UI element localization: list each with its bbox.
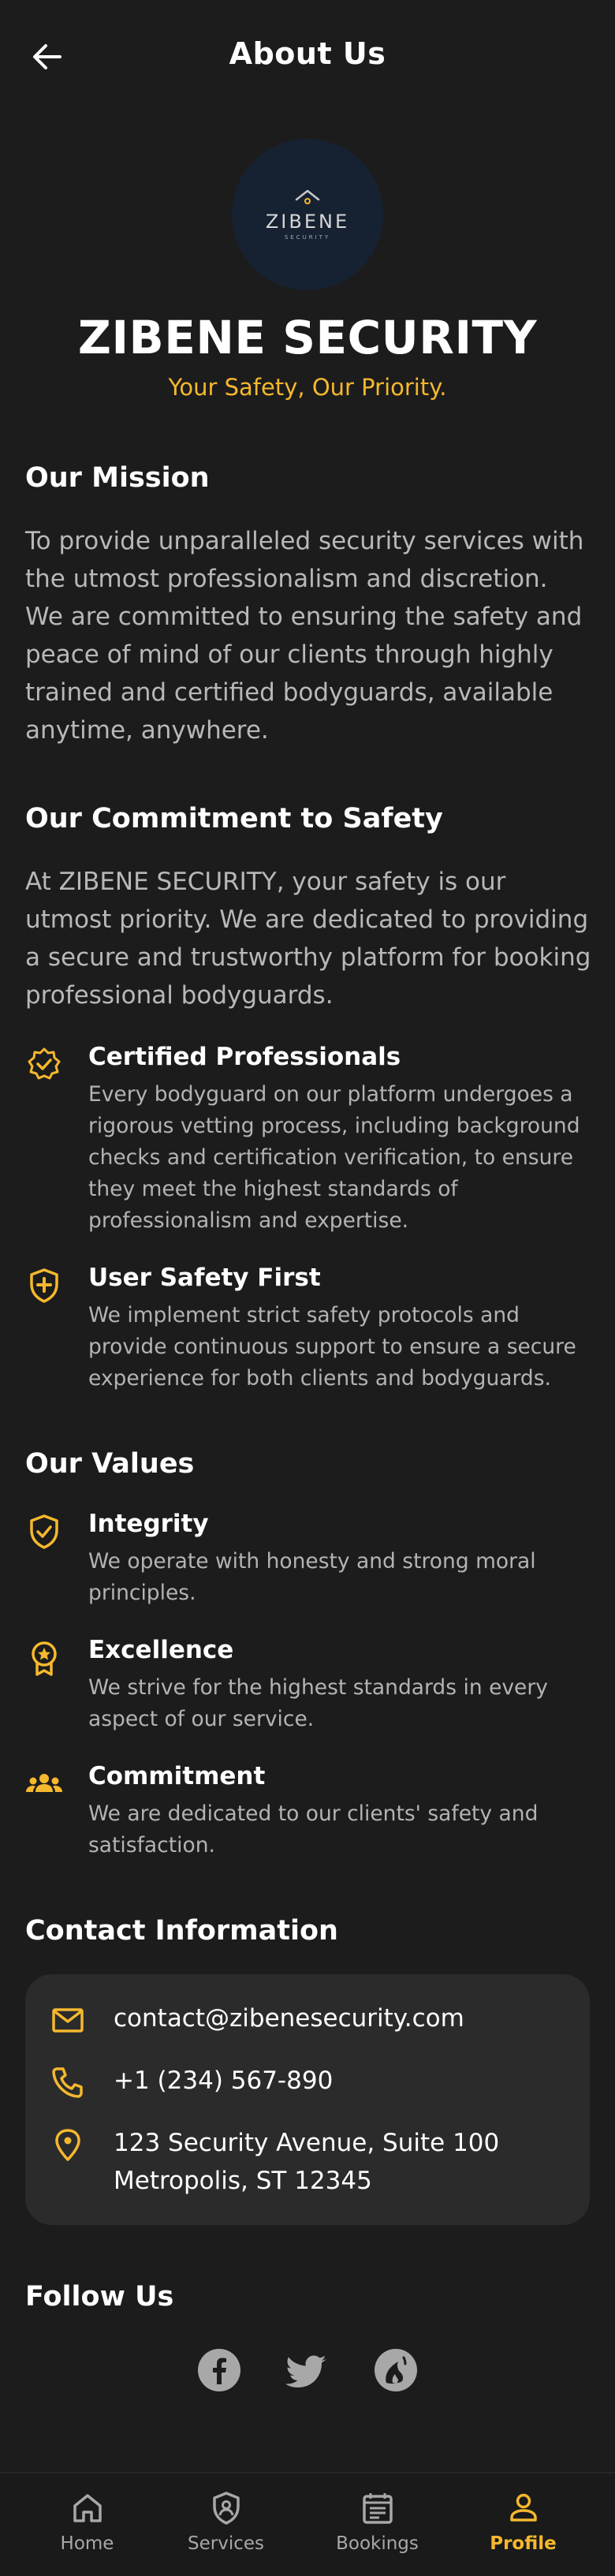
logo-house-icon [295, 189, 320, 204]
group-icon [25, 1765, 63, 1803]
address-line-2: Metropolis, ST 12345 [114, 2167, 372, 2195]
value-description: We are dedicated to our clients' safety … [88, 1801, 539, 1857]
nav-label: Profile [490, 2533, 557, 2554]
facebook-icon[interactable] [196, 2346, 243, 2394]
verified-badge-icon [25, 1046, 63, 1084]
award-icon [25, 1639, 63, 1677]
company-logo: ZIBENE SECURITY [232, 139, 383, 290]
contact-card: contact@zibenesecurity.com +1 (234) 567-… [25, 1974, 590, 2225]
feature-title: User Safety First [88, 1264, 321, 1292]
feature-description: We implement strict safety protocols and… [88, 1303, 576, 1391]
shield-check-icon [25, 1513, 63, 1551]
commitment-title: Our Commitment to Safety [25, 803, 443, 834]
contact-title: Contact Information [25, 1915, 338, 1947]
feature-description: Every bodyguard on our platform undergoe… [88, 1082, 580, 1233]
person-icon [509, 2493, 537, 2522]
feature-title: Certified Professionals [88, 1043, 401, 1071]
value-description: We strive for the highest standards in e… [88, 1675, 548, 1731]
location-pin-icon [50, 2127, 85, 2162]
shield-user-icon [212, 2492, 240, 2525]
nav-bookings[interactable]: Bookings [300, 2491, 454, 2554]
logo-subtext: SECURITY [284, 234, 331, 241]
values-title: Our Values [25, 1448, 195, 1480]
page-title: About Us [229, 36, 386, 71]
app-header: About Us [0, 0, 615, 110]
twitter-icon[interactable] [284, 2346, 331, 2394]
address-line-1: 123 Security Avenue, Suite 100 [114, 2129, 500, 2157]
bottom-navigation: Home Services Bookings Profile [0, 2472, 615, 2576]
nav-label: Bookings [336, 2533, 419, 2554]
social-links [0, 2346, 615, 2394]
calendar-icon [362, 2493, 393, 2524]
instagram-icon[interactable] [372, 2346, 419, 2394]
value-title: Integrity [88, 1510, 209, 1538]
mail-icon [50, 2003, 85, 2037]
phone-icon [50, 2065, 85, 2100]
value-title: Commitment [88, 1762, 266, 1790]
nav-label: Services [188, 2533, 264, 2554]
nav-home[interactable]: Home [10, 2491, 164, 2554]
mission-text: To provide unparalleled security service… [25, 527, 584, 745]
home-icon [73, 2494, 102, 2522]
commitment-text: At ZIBENE SECURITY, your safety is our u… [25, 868, 591, 1010]
value-description: We operate with honesty and strong moral… [88, 1549, 536, 1605]
nav-profile[interactable]: Profile [446, 2491, 600, 2554]
contact-phone[interactable]: +1 (234) 567-890 [114, 2062, 333, 2100]
brand-name: ZIBENE SECURITY [77, 311, 538, 364]
shield-plus-icon [25, 1267, 63, 1305]
value-title: Excellence [88, 1636, 234, 1664]
follow-title: Follow Us [25, 2281, 174, 2313]
mission-title: Our Mission [25, 462, 210, 494]
contact-address[interactable]: 123 Security Avenue, Suite 100 Metropoli… [114, 2124, 499, 2200]
logo-text: ZIBENE [265, 211, 350, 233]
nav-services[interactable]: Services [149, 2491, 303, 2554]
brand-tagline: Your Safety, Our Priority. [168, 374, 447, 401]
nav-label: Home [60, 2533, 114, 2554]
contact-email[interactable]: contact@zibenesecurity.com [114, 1999, 464, 2037]
